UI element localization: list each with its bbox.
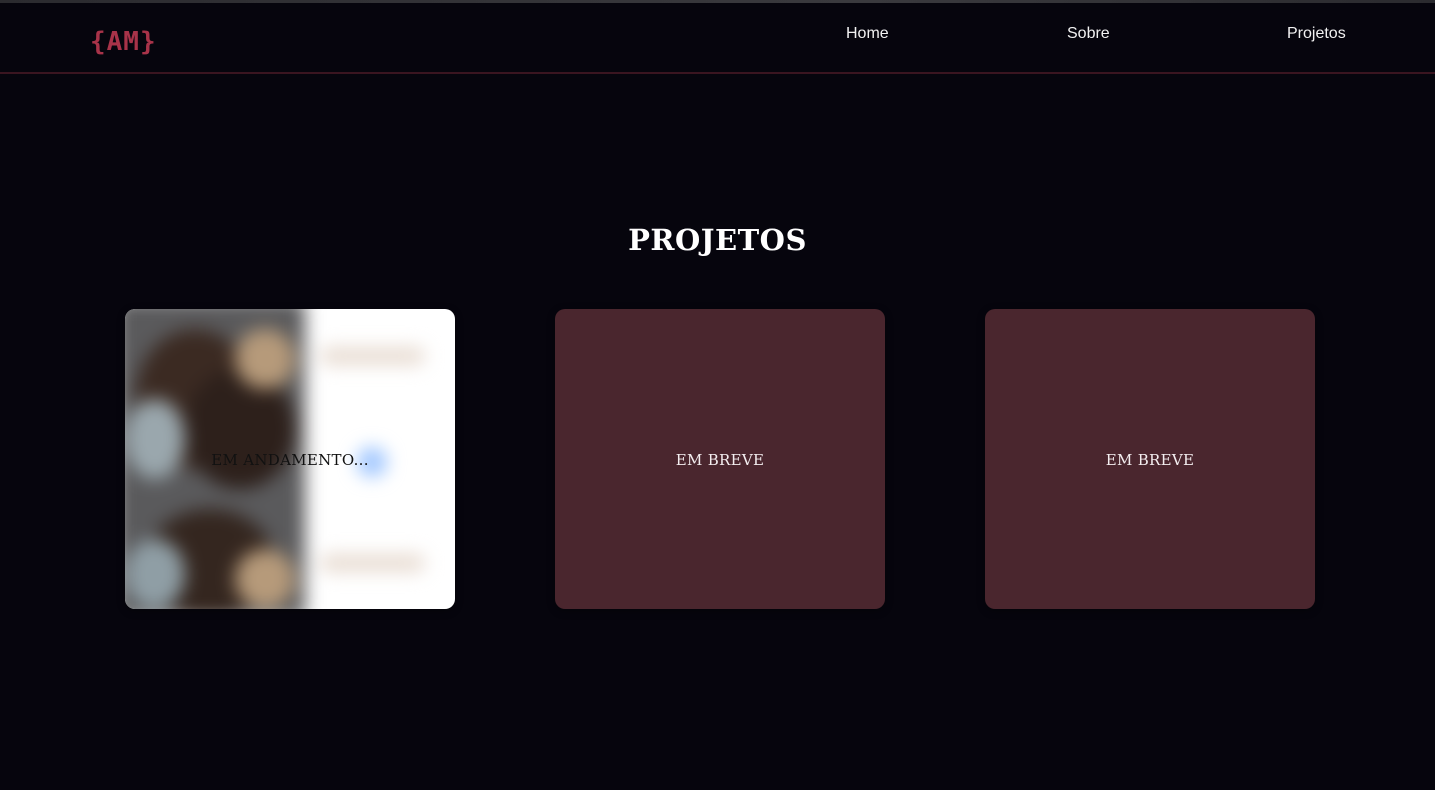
project-card-coming-soon[interactable]: EM BREVE: [555, 309, 885, 609]
logo[interactable]: {AM}: [90, 25, 157, 59]
project-card-label: EM BREVE: [675, 451, 765, 469]
nav-link-home[interactable]: Home: [846, 25, 889, 43]
project-card-label: EM ANDAMENTO...: [211, 451, 369, 469]
project-card-in-progress[interactable]: EM ANDAMENTO...: [125, 309, 455, 609]
nav-link-projetos[interactable]: Projetos: [1287, 25, 1346, 43]
project-card-label: EM BREVE: [1105, 451, 1195, 469]
nav-link-sobre[interactable]: Sobre: [1067, 25, 1110, 43]
navbar: {AM} Home Sobre Projetos: [0, 3, 1435, 74]
project-card-coming-soon[interactable]: EM BREVE: [985, 309, 1315, 609]
section-title: PROJETOS: [628, 223, 807, 257]
